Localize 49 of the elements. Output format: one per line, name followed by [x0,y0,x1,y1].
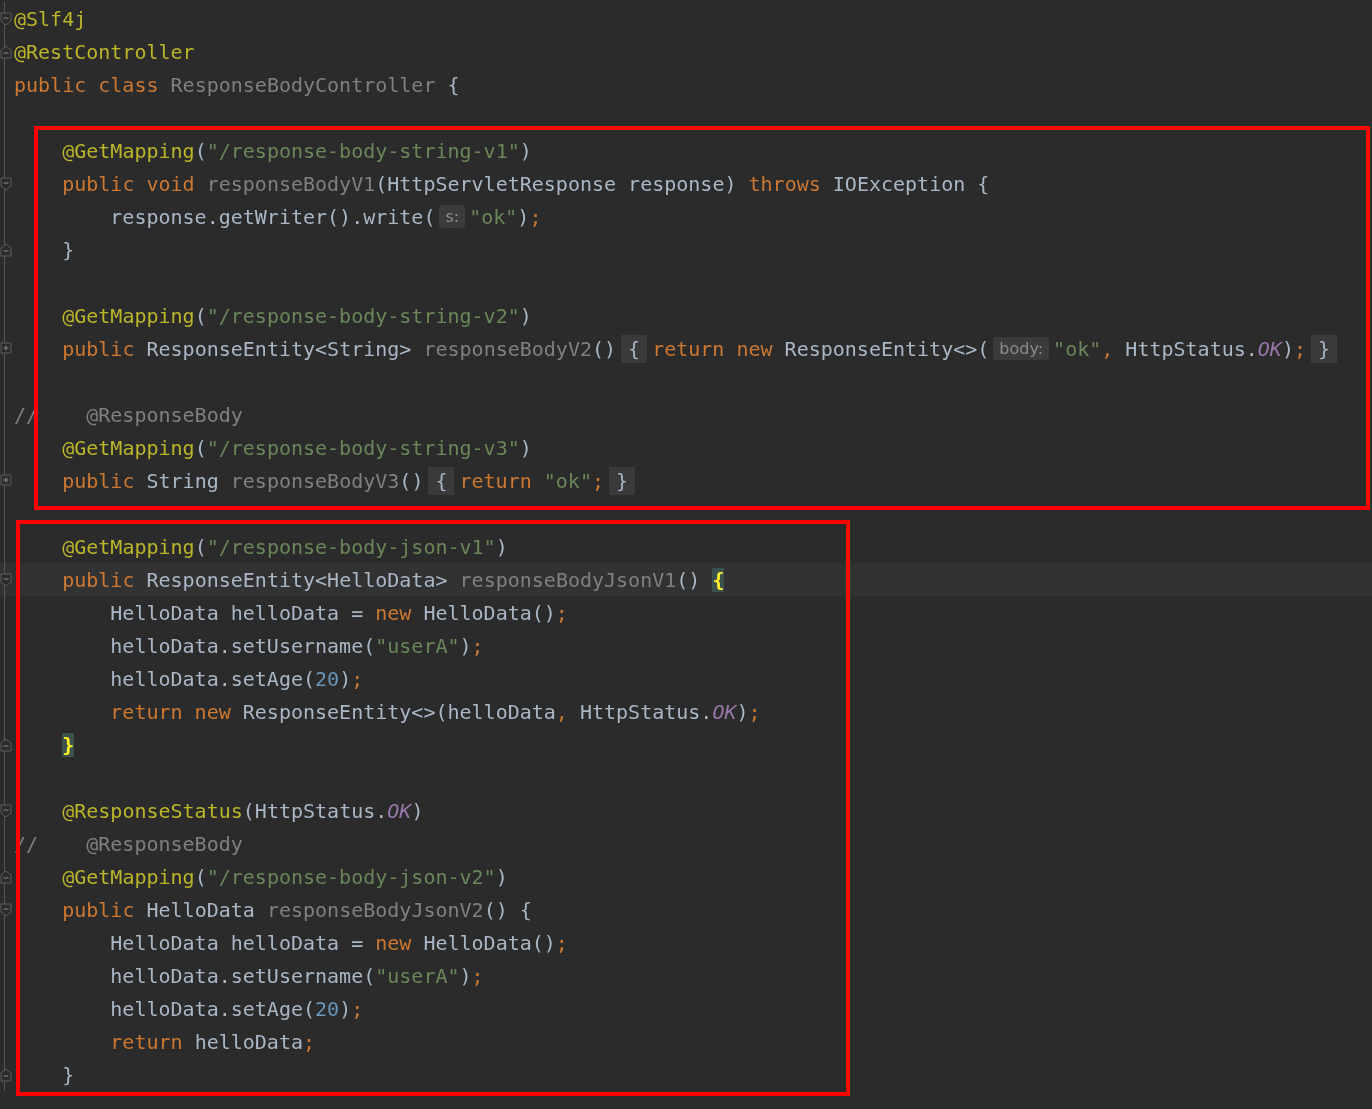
fold-end-icon[interactable] [0,737,12,752]
code-line: @GetMapping("/response-body-json-v2") [62,864,508,889]
code-line: @ResponseStatus(HttpStatus.OK) [62,798,424,823]
fold-marker-icon[interactable] [0,11,12,26]
code-line: helloData.setUsername("userA"); [110,633,484,658]
code-line: HelloData helloData = new HelloData(); [110,600,568,625]
code-text: response.getWriter().write( [110,204,436,229]
code-text: public ResponseEntity<String> responseBodyV2() [62,336,617,361]
code-line: public class ResponseBodyController { [14,72,460,97]
fold-marker-icon[interactable] [0,902,12,917]
folded-code[interactable]: { [621,334,648,363]
code-line: @GetMapping("/response-body-json-v1") [62,534,508,559]
code-line: public void responseBodyV1(HttpServletResponse response) throws IOException { [62,171,990,196]
code-line: HelloData helloData = new HelloData(); [110,930,568,955]
code-line: public HelloData responseBodyJsonV2() { [62,897,532,922]
folded-code[interactable]: } [609,466,636,495]
code-line: @Slf4j [14,6,87,31]
code-line: @GetMapping("/response-body-string-v3") [62,435,532,460]
code-line: helloData.setAge(20); [110,996,364,1021]
fold-marker-icon[interactable] [0,803,12,818]
folded-code[interactable]: { [428,466,455,495]
fold-end-icon[interactable] [0,869,12,884]
fold-marker-icon[interactable] [0,572,12,587]
fold-end-icon[interactable] [0,44,12,59]
code-text: "ok"); [469,204,542,229]
brace-highlight: { [712,567,725,592]
folded-code[interactable]: } [1311,334,1338,363]
code-text: "ok", HttpStatus.OK); [1053,336,1306,361]
code-line: helloData.setUsername("userA"); [110,963,484,988]
code-line: @RestController [14,39,195,64]
code-line: } [62,237,75,262]
code-text: public String responseBodyV3() [62,468,424,493]
code-text: return new ResponseEntity<>( [652,336,990,361]
expand-icon[interactable] [0,341,12,356]
code-line: return helloData; [110,1029,316,1054]
code-line: return new ResponseEntity<>(helloData, HttpStatus.OK); [110,699,761,724]
parameter-hint: body: [993,337,1050,360]
expand-icon[interactable] [0,473,12,488]
code-line: @GetMapping("/response-body-string-v1") [62,138,532,163]
brace-highlight: } [62,732,75,757]
code-line: } [62,1062,75,1087]
fold-end-icon[interactable] [0,1067,12,1082]
fold-marker-icon[interactable] [0,176,12,191]
code-line: helloData.setAge(20); [110,666,364,691]
code-line: @GetMapping("/response-body-string-v2") [62,303,532,328]
fold-end-icon[interactable] [0,242,12,257]
parameter-hint: s: [439,205,466,228]
code-text: return "ok"; [459,468,604,493]
code-text: public ResponseEntity<HelloData> responseBodyJsonV1() [62,567,702,592]
